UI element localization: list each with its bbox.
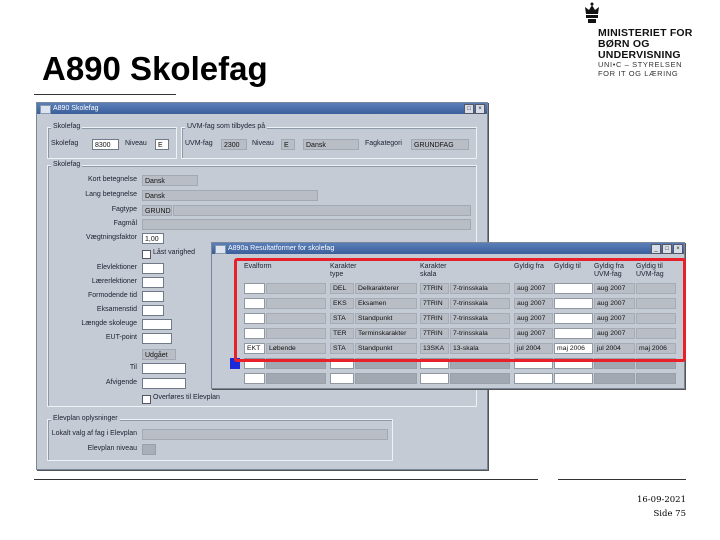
skolefag-label: Skolefag — [51, 140, 79, 147]
elevplan-panel — [47, 419, 393, 461]
lang-betegnelse-label: Lang betegnelse — [85, 191, 137, 198]
title-underline — [34, 94, 176, 95]
table-cell[interactable] — [244, 373, 265, 384]
slide-page-number: Side 75 — [653, 509, 686, 519]
afvigende-label: Afvigende — [105, 379, 137, 386]
laengde-skoleuge-label: Længde skoleuge — [81, 320, 137, 327]
close-button[interactable]: × — [475, 104, 485, 114]
overfores-label: Overføres til Elevplan — [153, 394, 220, 401]
uvm-panel-label: UVM-fag som tilbydes på — [185, 122, 268, 131]
table-cell — [450, 373, 510, 384]
table-cell — [266, 373, 326, 384]
highlight-box — [234, 258, 686, 362]
footer-rule-right — [558, 479, 686, 480]
vaegtning-field[interactable]: 1,00 — [142, 233, 164, 244]
elevplan-niveau-field — [142, 444, 156, 455]
fagmal-field — [142, 219, 471, 230]
maximize-button[interactable]: □ — [662, 244, 672, 254]
til-label: Til — [129, 364, 137, 371]
kort-betegnelse-label: Kort betegnelse — [87, 176, 137, 183]
laererlektioner-label: Lærerlektioner — [91, 278, 137, 285]
afvigende-field[interactable] — [142, 378, 186, 389]
uvm-fag-label: UVM-fag — [185, 140, 213, 147]
skolefag-key-panel-label: Skolefag — [51, 122, 83, 131]
slide-date: 16-09-2021 — [636, 495, 686, 505]
row-selector[interactable] — [230, 373, 238, 384]
overfores-checkbox[interactable] — [142, 395, 151, 404]
laengde-skoleuge-field[interactable] — [142, 319, 172, 330]
eut-point-label: EUT-point — [105, 334, 137, 341]
laast-varighed-checkbox[interactable] — [142, 250, 151, 259]
table-cell — [355, 373, 417, 384]
crown-icon — [585, 2, 599, 23]
logo-line-5: FOR IT OG LÆRING — [598, 68, 679, 78]
uvm-name-field: Dansk — [303, 139, 359, 150]
til-field[interactable] — [142, 363, 186, 374]
table-cell[interactable] — [554, 373, 593, 384]
eksamenstid-field[interactable] — [142, 305, 164, 316]
skolefag-window-title: A890 Skolefag — [53, 105, 99, 112]
eksamenstid-label: Eksamenstid — [96, 306, 137, 313]
formodende-tid-field[interactable] — [142, 291, 164, 302]
fagtype-name-field — [173, 205, 471, 216]
elevlektioner-label: Elevlektioner — [96, 264, 137, 271]
minimize-button[interactable]: _ — [651, 244, 661, 254]
elevplan-niveau-label: Elevplan niveau — [87, 445, 137, 452]
niveau-field[interactable]: E — [155, 139, 169, 150]
laast-varighed-label: Låst varighed — [153, 249, 196, 256]
footer-rule-left — [34, 479, 538, 480]
lang-betegnelse-field: Dansk — [142, 190, 318, 201]
elevlektioner-field[interactable] — [142, 263, 164, 274]
fagkategori-field: GRUNDFAG — [411, 139, 469, 150]
laererlektioner-field[interactable] — [142, 277, 164, 288]
lokalt-valg-field — [142, 429, 388, 440]
vaegtning-label: Vægtningsfaktor — [86, 234, 137, 241]
skolefag-field[interactable]: 8300 — [92, 139, 119, 150]
uvm-niveau-label: Niveau — [252, 140, 274, 147]
fagtype-field: GRUNDF — [142, 205, 172, 216]
uvm-fag-field: 2300 — [221, 139, 247, 150]
table-cell — [420, 373, 449, 384]
status-field: Udgået — [142, 349, 176, 360]
details-panel-label: Skolefag — [51, 160, 83, 169]
fagkategori-label: Fagkategori — [365, 140, 402, 147]
lokalt-valg-label: Lokalt valg af fag i Elevplan — [51, 430, 137, 437]
uvm-niveau-field: E — [281, 139, 295, 150]
formodende-tid-label: Formodende tid — [87, 292, 137, 299]
maximize-button[interactable]: □ — [464, 104, 474, 114]
skolefag-titlebar[interactable]: A890 Skolefag □ × — [37, 103, 487, 114]
table-cell — [636, 373, 676, 384]
slide-title: A890 Skolefag — [42, 50, 268, 87]
fagmal-label: Fagmål — [113, 220, 137, 227]
niveau-label: Niveau — [125, 140, 147, 147]
fagtype-label: Fagtype — [111, 206, 137, 213]
close-button[interactable]: × — [673, 244, 683, 254]
table-cell — [330, 373, 354, 384]
eut-point-field[interactable] — [142, 333, 172, 344]
kort-betegnelse-field: Dansk — [142, 175, 198, 186]
resultatformer-window-title: A890a Resultatformer for skolefag — [228, 245, 335, 252]
table-cell — [514, 373, 553, 384]
elevplan-panel-label: Elevplan oplysninger — [51, 414, 120, 423]
resultatformer-titlebar[interactable]: A890a Resultatformer for skolefag _ □ × — [212, 243, 684, 254]
table-cell — [594, 373, 635, 384]
window-icon — [215, 245, 226, 254]
window-icon — [40, 105, 51, 114]
